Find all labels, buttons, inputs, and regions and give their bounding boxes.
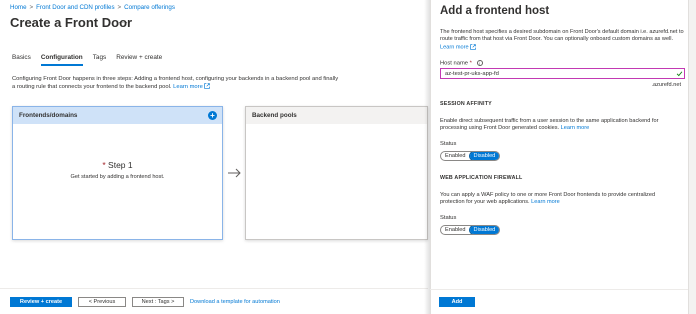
intro-learn-more-link[interactable]: Learn more xyxy=(173,84,203,90)
create-front-door-page: Home > Front Door and CDN profiles > Compare… xyxy=(0,0,428,314)
scrollbar-strip[interactable] xyxy=(688,0,696,314)
footer-divider xyxy=(0,288,428,289)
session-affinity-toggle[interactable]: Enabled Disabled xyxy=(440,151,501,161)
tab-tags[interactable]: Tags xyxy=(93,54,107,66)
required-marker: * xyxy=(102,160,106,170)
waf-learn-more-link[interactable]: Learn more xyxy=(531,199,560,205)
waf-heading: WEB APPLICATION FIREWALL xyxy=(440,175,523,181)
host-name-suffix: .azurefd.net xyxy=(651,82,681,88)
previous-button[interactable]: < Previous xyxy=(78,297,126,307)
frontends-panel-title: Frontends/domains xyxy=(19,112,78,119)
page-title: Create a Front Door xyxy=(10,15,133,30)
frontends-panel-header: Frontends/domains + xyxy=(13,107,222,124)
breadcrumb-compare-offerings[interactable]: Compare offerings xyxy=(124,4,175,11)
breadcrumb-front-door-cdn-profiles[interactable]: Front Door and CDN profiles xyxy=(36,4,114,11)
more-options-icon[interactable]: ··· xyxy=(118,18,129,27)
session-affinity-enabled-option[interactable]: Enabled xyxy=(441,152,470,160)
external-link-icon xyxy=(204,83,211,90)
add-frontend-icon[interactable]: + xyxy=(208,111,217,120)
backend-pools-panel: Backend pools xyxy=(245,106,428,240)
review-create-button[interactable]: Review + create xyxy=(10,297,72,307)
session-affinity-heading: SESSION AFFINITY xyxy=(440,101,492,107)
tab-basics[interactable]: Basics xyxy=(12,54,31,66)
flyout-footer-divider xyxy=(430,289,688,290)
session-affinity-text: Enable direct subsequent traffic from a … xyxy=(440,118,659,132)
external-link-icon xyxy=(470,44,476,50)
waf-toggle[interactable]: Enabled Disabled xyxy=(440,225,501,235)
host-name-label-text: Host name xyxy=(440,60,469,67)
flyout-learn-more-link[interactable]: Learn more xyxy=(440,44,469,50)
session-affinity-status-label: Status xyxy=(440,141,457,147)
checkmark-icon xyxy=(676,71,683,77)
session-affinity-disabled-option[interactable]: Disabled xyxy=(468,152,500,160)
tab-review-create[interactable]: Review + create xyxy=(116,54,162,66)
step-description: Get started by adding a frontend host. xyxy=(70,174,165,180)
frontends-panel: Frontends/domains + * Step 1 Get started… xyxy=(12,106,223,240)
session-affinity-learn-more-link[interactable]: Learn more xyxy=(561,125,590,131)
step-label: * Step 1 xyxy=(13,160,222,170)
tab-bar: Basics Configuration Tags Review + creat… xyxy=(12,54,162,66)
waf-disabled-option[interactable]: Disabled xyxy=(468,226,500,234)
tab-configuration[interactable]: Configuration xyxy=(40,54,83,66)
add-frontend-host-flyout: Add a frontend host The frontend host sp… xyxy=(430,0,688,314)
download-template-link[interactable]: Download a template for automation xyxy=(190,299,280,305)
host-name-label: Host name * i xyxy=(440,60,483,67)
waf-enabled-option[interactable]: Enabled xyxy=(441,226,470,234)
flyout-description: The frontend host specifies a desired su… xyxy=(440,29,684,52)
flyout-description-text: The frontend host specifies a desired su… xyxy=(440,29,684,43)
flyout-title: Add a frontend host xyxy=(440,5,550,17)
required-marker: * xyxy=(469,60,472,67)
breadcrumb-separator: > xyxy=(117,4,122,11)
breadcrumb-home[interactable]: Home xyxy=(10,4,27,11)
backend-pools-panel-title: Backend pools xyxy=(252,112,297,119)
info-icon[interactable]: i xyxy=(476,60,483,66)
configuration-intro: Configuring Front Door happens in three … xyxy=(12,75,342,91)
breadcrumb: Home > Front Door and CDN profiles > Compare… xyxy=(10,4,175,11)
session-affinity-description: Enable direct subsequent traffic from a … xyxy=(440,118,680,133)
breadcrumb-separator: > xyxy=(29,4,34,11)
host-name-input[interactable]: az-test-pr-uks-app-fd xyxy=(440,68,685,79)
backend-pools-panel-header: Backend pools xyxy=(246,107,427,124)
add-button[interactable]: Add xyxy=(439,297,475,307)
step-text: Step 1 xyxy=(108,160,133,170)
waf-status-label: Status xyxy=(440,215,457,221)
next-tags-button[interactable]: Next : Tags > xyxy=(132,297,184,307)
waf-description: You can apply a WAF policy to one or mor… xyxy=(440,192,680,207)
arrow-right-icon xyxy=(228,168,241,178)
wizard-footer: Review + create < Previous Next : Tags >… xyxy=(10,297,280,307)
